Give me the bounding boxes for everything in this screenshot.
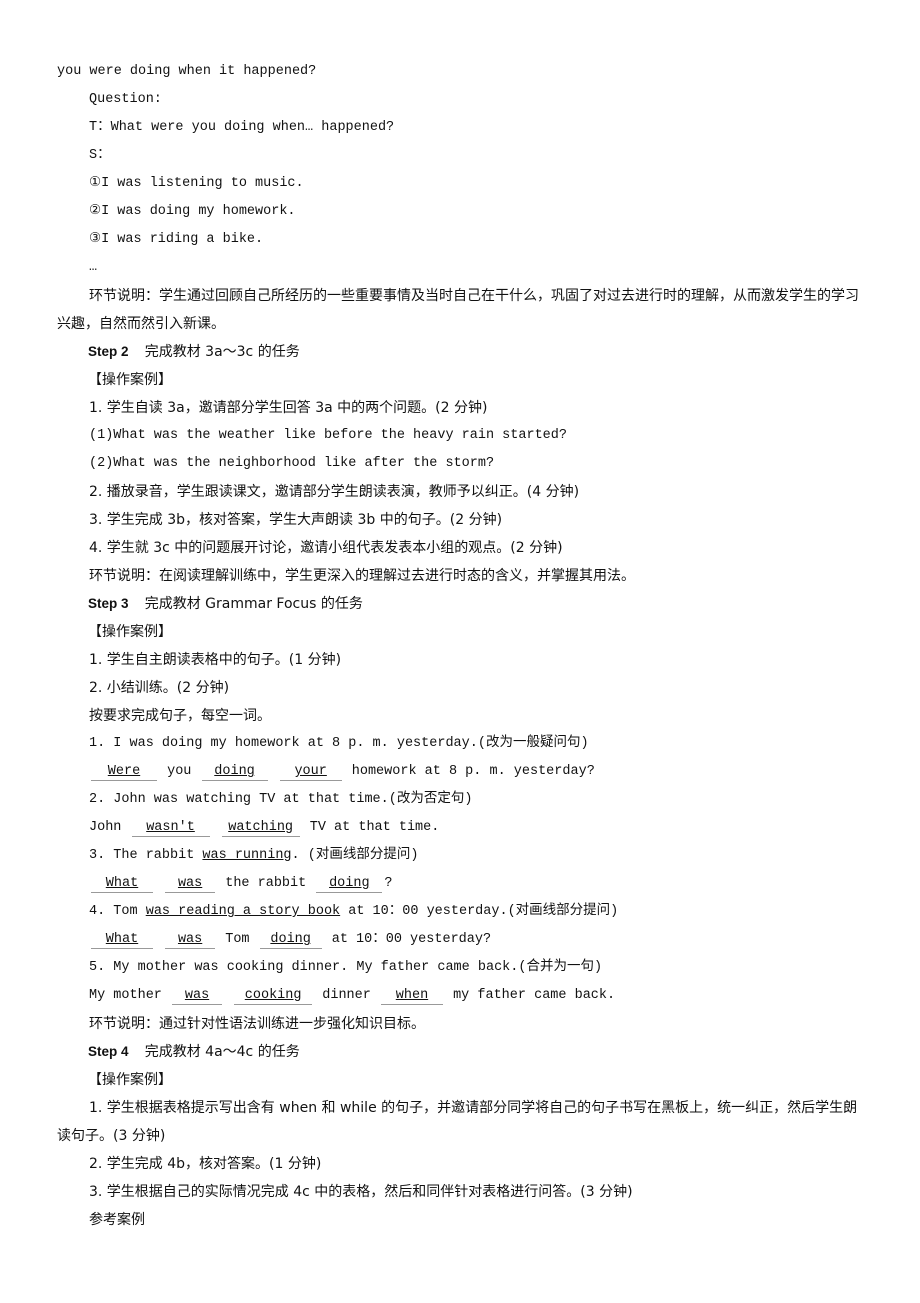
step2-title: Step 2 完成教材 3a～3c 的任务: [57, 338, 867, 366]
step2-item: (1)What was the weather like before the …: [89, 428, 567, 443]
step2-item: 3. 学生完成 3b，核对答案，学生大声朗读 3b 中的句子。(2 分钟): [89, 512, 503, 528]
step3-instruction: 按要求完成句子，每空一词。: [89, 708, 271, 724]
answer-blank: when: [380, 988, 443, 1005]
ellipsis: …: [89, 260, 98, 275]
step3-note: 环节说明：通过针对性语法训练进一步强化知识目标。: [89, 1016, 425, 1032]
answer-blank: watching: [221, 820, 300, 837]
step2-text: 完成教材 3a～3c 的任务: [144, 344, 300, 360]
step2-item: (2)What was the neighborhood like after …: [89, 456, 495, 471]
answer-blank: Were: [91, 764, 157, 781]
step3-label: Step 3: [88, 596, 129, 611]
exercise-prompt: 4. Tom was reading a story book at 10：00…: [89, 904, 619, 919]
answer-text: ?: [384, 876, 393, 891]
step3-case-label: 【操作案例】: [88, 624, 172, 640]
exercise-prompt: 5. My mother was cooking dinner. My fath…: [89, 960, 603, 975]
answer-blank: was: [165, 876, 216, 893]
answer-blank: cooking: [234, 988, 313, 1005]
exercise-answer: What was the rabbit doing?: [57, 870, 867, 898]
step2-note: 环节说明：在阅读理解训练中，学生更深入的理解过去进行时态的含义，并掌握其用法。: [89, 568, 635, 584]
underlined-part: was reading a story book: [145, 904, 341, 919]
exercise-prompt: 1. I was doing my homework at 8 p. m. ye…: [89, 736, 589, 751]
answer-text: TV at that time.: [309, 820, 440, 835]
intro-note-text: 环节说明：学生通过回顾自己所经历的一些重要事情及当时自己在干什么，巩固了对过去进…: [57, 288, 859, 332]
underlined-part: was running: [202, 848, 292, 863]
student-answer: ①I was listening to music.: [89, 176, 304, 191]
answer-text: you: [167, 764, 192, 779]
student-answer: ②I was doing my homework.: [89, 204, 296, 219]
answer-blank: your: [279, 764, 342, 781]
step4-item: 1. 学生根据表格提示写出含有 when 和 while 的句子，并邀请部分同学…: [57, 1100, 858, 1144]
step4-title: Step 4 完成教材 4a～4c 的任务: [57, 1038, 867, 1066]
exercise-answer: John wasn't watching TV at that time.: [57, 814, 867, 842]
step2-label: Step 2: [88, 344, 129, 359]
step3-text: 完成教材 Grammar Focus 的任务: [144, 596, 363, 612]
answer-text: My mother: [89, 988, 162, 1003]
intro-continuation: you were doing when it happened?: [57, 64, 317, 79]
step4-reference: 参考案例: [89, 1212, 145, 1228]
step2-case-label: 【操作案例】: [88, 372, 172, 388]
answer-blank: What: [91, 932, 153, 949]
answer-blank: wasn't: [131, 820, 210, 837]
answer-text: at 10：00 yesterday?: [331, 932, 492, 947]
exercise-prompt: 2. John was watching TV at that time.(改为…: [89, 792, 473, 807]
answer-text: dinner: [322, 988, 371, 1003]
intro-note: 环节说明：学生通过回顾自己所经历的一些重要事情及当时自己在干什么，巩固了对过去进…: [57, 282, 867, 338]
answer-blank: What: [91, 876, 153, 893]
step3-title: Step 3 完成教材 Grammar Focus 的任务: [57, 590, 867, 618]
answer-blank: doing: [316, 876, 383, 893]
step2-item: 2. 播放录音，学生跟读课文，邀请部分学生朗读表演，教师予以纠正。(4 分钟): [89, 484, 580, 500]
step4-text: 完成教材 4a～4c 的任务: [144, 1044, 300, 1060]
student-answer: ③I was riding a bike.: [89, 232, 264, 247]
step4-item: 3. 学生根据自己的实际情况完成 4c 中的表格，然后和同伴针对表格进行问答。(…: [89, 1184, 633, 1200]
step4-item: 2. 学生完成 4b，核对答案。(1 分钟): [89, 1156, 322, 1172]
exercise-answer: What was Tom doing at 10：00 yesterday?: [57, 926, 867, 954]
question-label: Question:: [89, 92, 162, 107]
answer-text: homework at 8 p. m. yesterday?: [351, 764, 595, 779]
step3-item: 2. 小结训练。(2 分钟): [89, 680, 230, 696]
exercise-answer: My mother was cooking dinner when my fat…: [57, 982, 867, 1010]
teacher-question: T：What were you doing when… happened?: [89, 120, 395, 135]
answer-text: John: [89, 820, 122, 835]
student-label: S：: [89, 148, 111, 163]
step2-item: 1. 学生自读 3a，邀请部分学生回答 3a 中的两个问题。(2 分钟): [89, 400, 488, 416]
exercise-prompt: 3. The rabbit was running. (对画线部分提问): [89, 848, 419, 863]
answer-blank: was: [172, 988, 223, 1005]
answer-text: my father came back.: [453, 988, 616, 1003]
answer-blank: doing: [201, 764, 268, 781]
step4-case-label: 【操作案例】: [88, 1072, 172, 1088]
step4-label: Step 4: [88, 1044, 129, 1059]
step3-item: 1. 学生自主朗读表格中的句子。(1 分钟): [89, 652, 342, 668]
answer-blank: was: [165, 932, 216, 949]
step2-item: 4. 学生就 3c 中的问题展开讨论，邀请小组代表发表本小组的观点。(2 分钟): [89, 540, 563, 556]
document-page: you were doing when it happened? Questio…: [57, 58, 867, 1234]
answer-blank: doing: [259, 932, 322, 949]
answer-text: the rabbit: [225, 876, 307, 891]
exercise-answer: Were you doing your homework at 8 p. m. …: [57, 758, 867, 786]
answer-text: Tom: [225, 932, 250, 947]
